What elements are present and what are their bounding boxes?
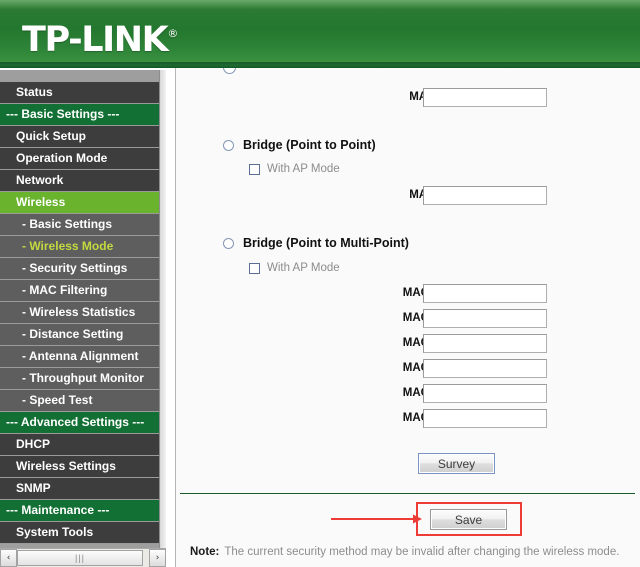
sidebar-item-label: Network xyxy=(16,173,64,187)
page-body: Status --- Basic Settings --- Quick Setup O… xyxy=(0,68,640,567)
sidebar-item-system-tools[interactable]: System Tools xyxy=(0,522,160,544)
save-button[interactable]: Save xyxy=(430,509,507,530)
sidebar-item-wireless[interactable]: Wireless xyxy=(0,192,160,214)
sidebar-item-label: - MAC Filtering xyxy=(22,283,108,297)
sidebar-item-maintenance: --- Maintenance --- xyxy=(0,500,160,522)
sidebar-item-label: - Antenna Alignment xyxy=(22,349,139,363)
input-mac-of-ap-top[interactable] xyxy=(423,88,547,107)
sidebar-item-label: - Basic Settings xyxy=(22,217,113,231)
checkbox-label-with-ap-mode-ptp: With AP Mode xyxy=(267,163,340,175)
sidebar: Status --- Basic Settings --- Quick Setup O… xyxy=(0,70,166,567)
checkbox-icon[interactable] xyxy=(249,163,260,175)
sidebar-item-label: --- Maintenance --- xyxy=(6,503,110,517)
field-row-mac-of-ap3: MAC of AP3: xyxy=(176,334,566,356)
survey-button-row: Survey xyxy=(176,453,640,474)
cutoff-radio-icon[interactable] xyxy=(223,68,236,74)
scroll-right-arrow-icon[interactable]: › xyxy=(149,549,166,567)
tp-link-logo: TP-LINK® xyxy=(22,14,178,60)
radio-label-bridge-ptp: Bridge (Point to Point) xyxy=(243,138,376,152)
input-mac-of-ap1[interactable] xyxy=(423,284,547,303)
sidebar-item-label: Status xyxy=(16,85,53,99)
field-row-mac-of-ap6: MAC of AP6: xyxy=(176,409,566,431)
checkbox-icon[interactable] xyxy=(249,262,260,274)
radio-icon[interactable] xyxy=(223,237,234,249)
sidebar-item-speed-test[interactable]: - Speed Test xyxy=(0,390,160,412)
sidebar-item-label: - Security Settings xyxy=(22,261,128,275)
sidebar-item-wireless-statistics[interactable]: - Wireless Statistics xyxy=(0,302,160,324)
radio-icon[interactable] xyxy=(223,139,234,151)
sidebar-horizontal-scrollbar[interactable]: ‹ ||| › xyxy=(0,548,166,567)
logo-text: TP-LINK xyxy=(22,20,169,60)
sidebar-item-basic-settings[interactable]: - Basic Settings xyxy=(0,214,160,236)
sidebar-item-label: DHCP xyxy=(16,437,51,451)
input-mac-of-ap-ptp[interactable] xyxy=(423,186,547,205)
sidebar-item-network[interactable]: Network xyxy=(0,170,160,192)
sidebar-item-label: Wireless Settings xyxy=(16,459,116,473)
sidebar-item-wireless-mode[interactable]: - Wireless Mode xyxy=(0,236,160,258)
note: Note: The current security method may be … xyxy=(190,546,619,558)
survey-button[interactable]: Survey xyxy=(418,453,495,474)
sidebar-item-status[interactable]: Status xyxy=(0,82,160,104)
checkbox-with-ap-mode-ptp[interactable]: With AP Mode xyxy=(249,163,340,175)
sidebar-item-distance-setting[interactable]: - Distance Setting xyxy=(0,324,160,346)
sidebar-item-label: Wireless xyxy=(16,195,66,209)
input-mac-of-ap5[interactable] xyxy=(423,384,547,403)
field-row-mac-of-ap-ptp: MAC of AP: xyxy=(176,186,566,208)
sidebar-item-antenna-alignment[interactable]: - Antenna Alignment xyxy=(0,346,160,368)
field-row-mac-of-ap-top: MAC of AP: xyxy=(176,88,566,110)
content-panel: MAC of AP: Bridge (Point to Point) With … xyxy=(175,68,640,567)
sidebar-item-label: - Wireless Mode xyxy=(22,239,114,253)
checkbox-label-with-ap-mode-ptmp: With AP Mode xyxy=(267,262,340,274)
sidebar-item-security-settings[interactable]: - Security Settings xyxy=(0,258,160,280)
sidebar-item-label: - Throughput Monitor xyxy=(22,371,144,385)
input-mac-of-ap3[interactable] xyxy=(423,334,547,353)
input-mac-of-ap6[interactable] xyxy=(423,409,547,428)
note-prefix: Note: xyxy=(190,546,220,558)
annotation-arrow xyxy=(331,512,423,531)
cutoff-mode-row xyxy=(176,68,640,76)
sidebar-item-label: - Distance Setting xyxy=(22,327,124,341)
sidebar-item-label: System Tools xyxy=(16,525,94,539)
sidebar-item-advanced-settings: --- Advanced Settings --- xyxy=(0,412,160,434)
sidebar-item-basic-settings: --- Basic Settings --- xyxy=(0,104,160,126)
red-arrow-icon xyxy=(331,514,422,524)
section-divider xyxy=(180,493,635,494)
input-mac-of-ap2[interactable] xyxy=(423,309,547,328)
radio-label-bridge-ptmp: Bridge (Point to Multi-Point) xyxy=(243,236,409,250)
sidebar-item-label: Operation Mode xyxy=(16,151,108,165)
sidebar-item-label: - Wireless Statistics xyxy=(22,305,136,319)
sidebar-item-snmp[interactable]: SNMP xyxy=(0,478,160,500)
sidebar-item-quick-setup[interactable]: Quick Setup xyxy=(0,126,160,148)
save-button-wrap: Save xyxy=(430,509,507,530)
radio-bridge-point-to-multipoint[interactable]: Bridge (Point to Multi-Point) xyxy=(223,236,409,250)
scroll-left-arrow-icon[interactable]: ‹ xyxy=(0,549,17,567)
sidebar-item-label: Quick Setup xyxy=(16,129,87,143)
sidebar-item-operation-mode[interactable]: Operation Mode xyxy=(0,148,160,170)
scrollbar-thumb[interactable]: ||| xyxy=(17,550,143,566)
sidebar-menu: Status --- Basic Settings --- Quick Setup O… xyxy=(0,82,160,544)
registered-mark: ® xyxy=(167,27,179,40)
input-mac-of-ap4[interactable] xyxy=(423,359,547,378)
sidebar-item-label: - Speed Test xyxy=(22,393,93,407)
sidebar-item-throughput-monitor[interactable]: - Throughput Monitor xyxy=(0,368,160,390)
sidebar-item-wireless-settings[interactable]: Wireless Settings xyxy=(0,456,160,478)
note-text: The current security method may be inval… xyxy=(224,546,620,558)
sidebar-item-mac-filtering[interactable]: - MAC Filtering xyxy=(0,280,160,302)
field-row-mac-of-ap2: MAC of AP2: xyxy=(176,309,566,331)
field-row-mac-of-ap1: MAC of AP1: xyxy=(176,284,566,306)
sidebar-item-dhcp[interactable]: DHCP xyxy=(0,434,160,456)
sidebar-top-strip xyxy=(0,70,160,82)
save-button-row: Save xyxy=(176,502,640,538)
sidebar-item-label: SNMP xyxy=(16,481,51,495)
field-row-mac-of-ap5: MAC of AP5: xyxy=(176,384,566,406)
sidebar-item-label: --- Basic Settings --- xyxy=(6,107,120,121)
sidebar-item-label: --- Advanced Settings --- xyxy=(6,415,145,429)
radio-bridge-point-to-point[interactable]: Bridge (Point to Point) xyxy=(223,138,376,152)
site-header: TP-LINK® xyxy=(0,0,640,68)
checkbox-with-ap-mode-ptmp[interactable]: With AP Mode xyxy=(249,262,340,274)
field-row-mac-of-ap4: MAC of AP4: xyxy=(176,359,566,381)
sidebar-vertical-scrollbar[interactable] xyxy=(159,70,166,549)
